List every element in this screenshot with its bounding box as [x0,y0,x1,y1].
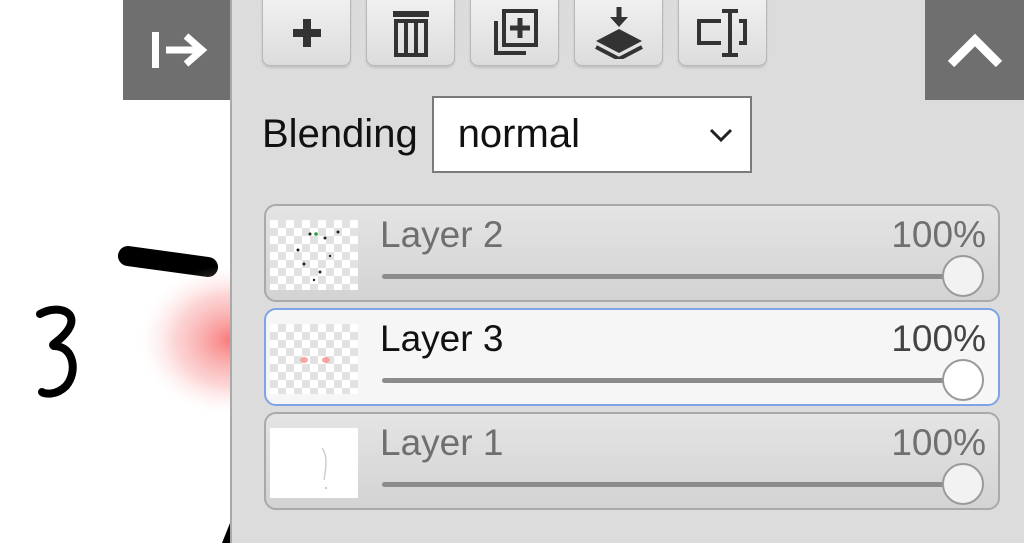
layer-name: Layer 2 [380,214,504,255]
merge-down-icon [594,7,643,59]
layer-thumbnail [270,428,358,498]
layer-thumbnail-art [321,447,327,489]
rename-layer-button[interactable] [678,0,767,66]
layer-opacity: 100% [891,422,986,463]
merge-down-button[interactable] [574,0,663,66]
layer-name: Layer 3 [380,318,504,359]
layer-opacity: 100% [891,214,986,255]
layer-opacity: 100% [891,318,986,359]
add-layer-button[interactable] [262,0,351,66]
opacity-slider-handle[interactable] [942,359,984,401]
duplicate-layer-button[interactable] [470,0,559,66]
layer-thumbnail [270,324,358,394]
collapse-panel-button[interactable] [123,0,232,100]
blending-label: Blending [262,112,418,156]
opacity-slider[interactable] [382,378,972,383]
opacity-slider-handle[interactable] [942,463,984,505]
collapse-right-icon [151,32,207,68]
delete-layer-button[interactable] [366,0,455,66]
layer-item-active[interactable]: Layer 3 100% [264,308,1000,406]
opacity-slider[interactable] [382,274,972,279]
chevron-down-icon [709,128,732,143]
layer-toolbar [262,0,767,66]
blending-row: Blending normal [262,96,752,173]
layer-thumbnail-art [296,230,340,282]
duplicate-icon [493,9,538,55]
rename-icon [696,9,747,57]
layer-item[interactable]: Layer 2 100% [264,204,1000,302]
opacity-slider-handle[interactable] [942,255,984,297]
layer-name: Layer 1 [380,422,504,463]
layer-thumbnail-art [300,357,330,363]
trash-icon [392,11,429,57]
opacity-slider[interactable] [382,482,972,487]
layers-panel: Blending normal Layer 2 100% Layer 3 100… [230,0,1024,543]
scroll-up-button[interactable] [925,0,1024,100]
layer-item[interactable]: Layer 1 100% [264,412,1000,510]
layer-thumbnail [270,220,358,290]
chevron-up-icon [947,33,1002,68]
plus-icon [292,19,321,47]
blending-select[interactable]: normal [431,96,752,173]
blending-value: normal [457,112,580,156]
